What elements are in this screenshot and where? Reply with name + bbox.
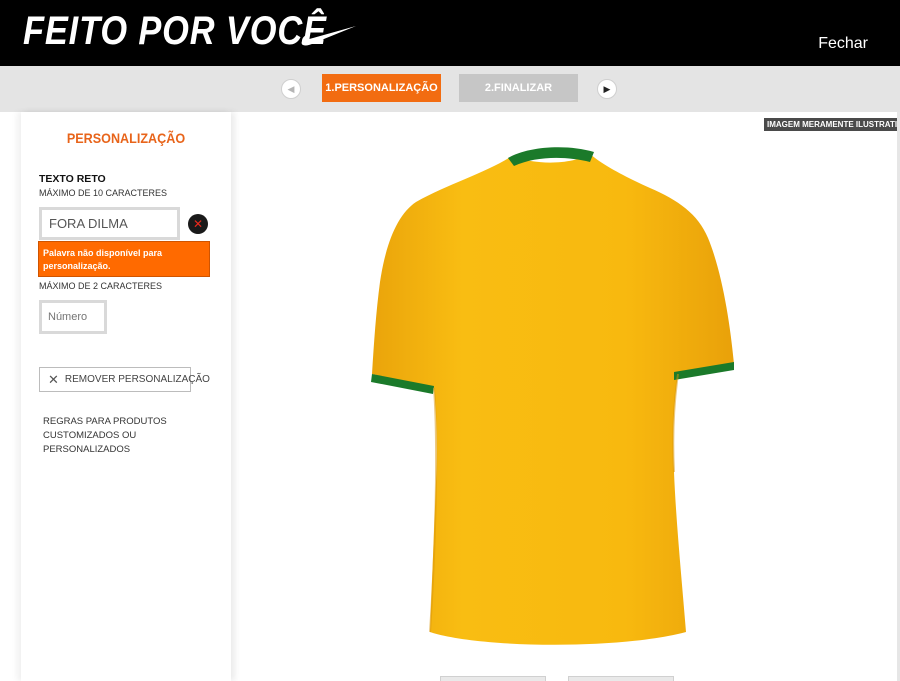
nike-swoosh-icon [301, 26, 356, 46]
panel-title: PERSONALIZAÇÃO [66, 130, 186, 146]
error-tooltip: Palavra não disponível para personalizaç… [38, 241, 210, 277]
remove-personalization-button[interactable]: ✕ REMOVER PERSONALIZAÇÃO [39, 367, 210, 392]
view-front-button[interactable] [440, 676, 546, 681]
view-back-button[interactable] [568, 676, 674, 681]
triangle-left-icon[interactable]: ◀ [281, 79, 301, 99]
number-field-input[interactable] [39, 300, 107, 334]
brand-title: FEITO POR VOCÊ [23, 9, 327, 53]
header-bar: FEITO POR VOCÊ Fechar [0, 0, 900, 66]
rules-link[interactable]: REGRAS PARA PRODUTOS CUSTOMIZADOS OU PER… [43, 415, 213, 457]
text-field-label: TEXTO RETO [39, 173, 106, 185]
number-field-hint: MÁXIMO DE 2 CARACTERES [39, 281, 163, 291]
step-personalizacao[interactable]: 1.PERSONALIZAÇÃO [322, 74, 441, 102]
close-icon[interactable]: ✕ [188, 214, 208, 234]
text-field-hint: MÁXIMO DE 10 CARACTERES [39, 188, 168, 198]
triangle-right-icon[interactable]: ▶ [597, 79, 617, 99]
personalization-panel: PERSONALIZAÇÃO TEXTO RETO MÁXIMO DE 10 C… [21, 112, 231, 681]
step-finalizar[interactable]: 2.FINALIZAR [459, 74, 578, 102]
close-icon: ✕ [48, 371, 59, 387]
text-field-input[interactable] [39, 207, 180, 240]
jersey-image [371, 147, 734, 645]
illustrative-image-badge: IMAGEM MERAMENTE ILUSTRATIVA [764, 118, 900, 131]
remove-personalization-label: REMOVER PERSONALIZAÇÃO [64, 374, 210, 385]
close-button[interactable]: Fechar [818, 35, 868, 53]
steps-bar: ◀ 1.PERSONALIZAÇÃO 2.FINALIZAR ▶ [0, 66, 900, 112]
